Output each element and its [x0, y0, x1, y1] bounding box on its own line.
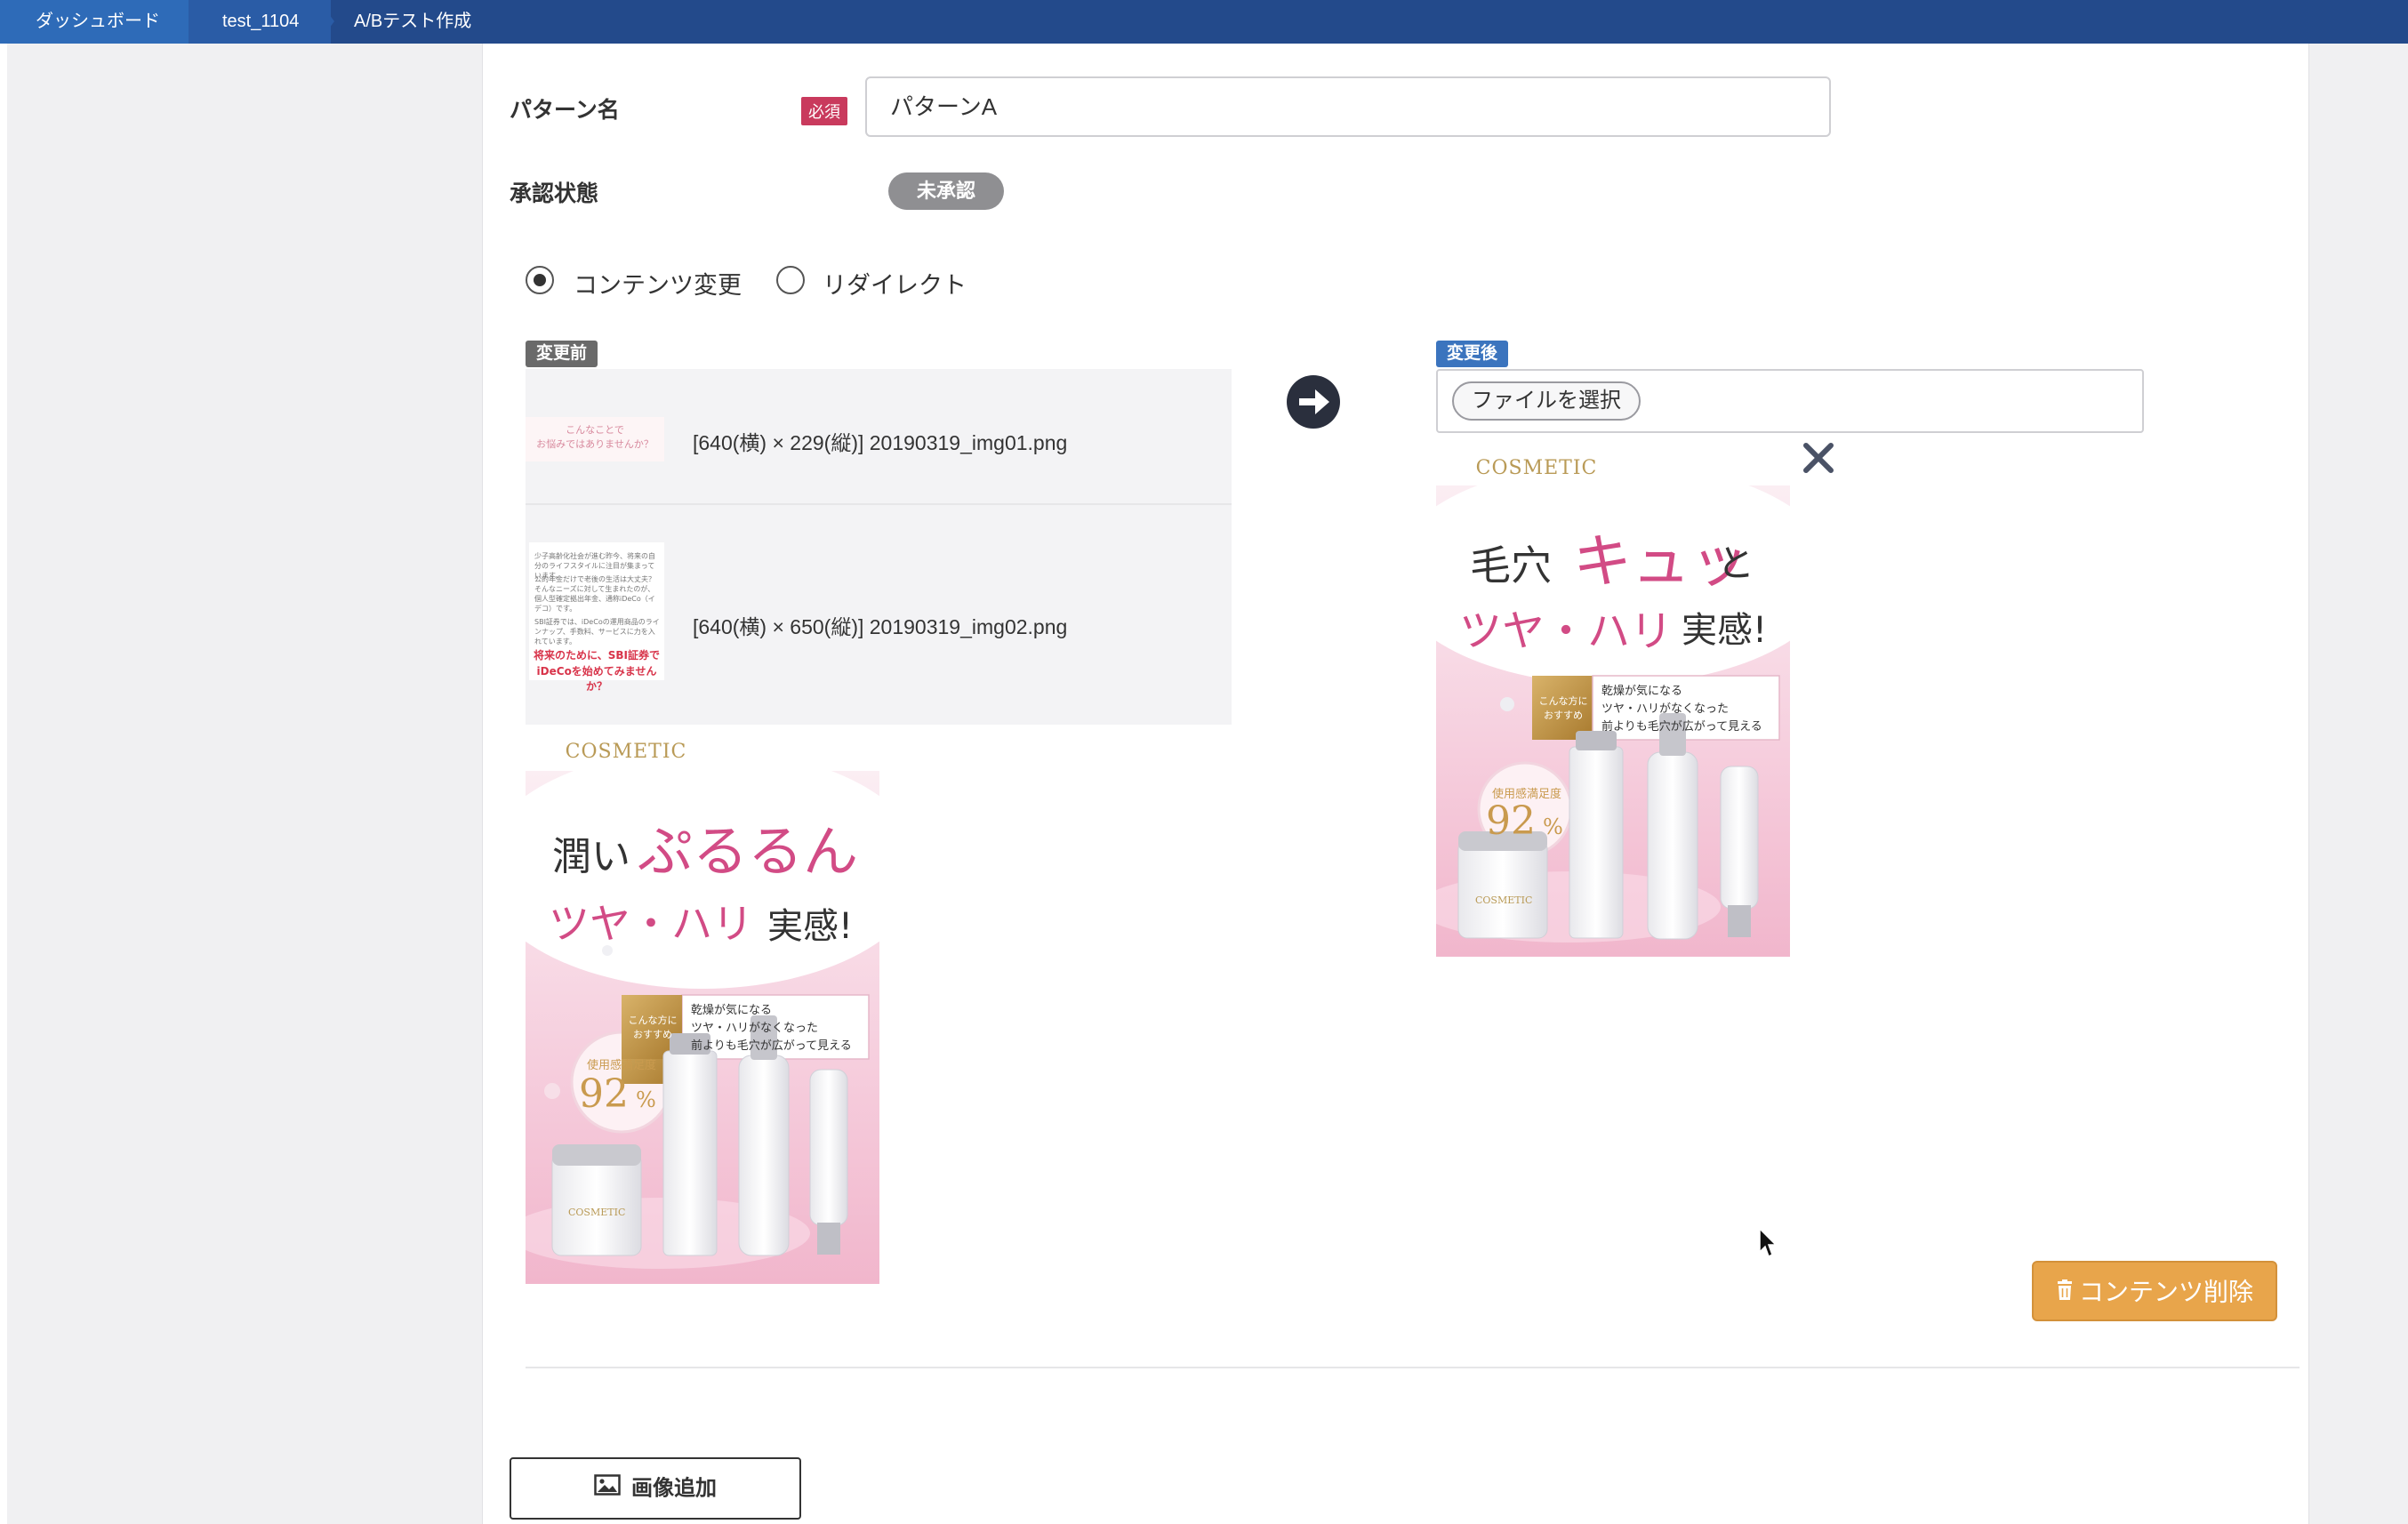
- after-banner-headline-d: ツヤ・ハリ: [1459, 606, 1674, 656]
- before-banner-headline-c: ツヤ・ハリ: [549, 900, 753, 948]
- file-select-button[interactable]: ファイルを選択: [1452, 381, 1641, 421]
- before-banner-satisfaction-value: 92: [579, 1071, 629, 1117]
- after-banner-headline-c: と: [1717, 541, 1755, 585]
- before-banner-unit: %: [636, 1087, 656, 1112]
- file-input[interactable]: ファイルを選択: [1436, 369, 2144, 433]
- before-tag: 変更前: [526, 341, 598, 367]
- after-banner-jar-label: COSMETIC: [1475, 894, 1533, 906]
- before-files-box: こんなことで お悩みではありませんか？ [640(横) × 229(縦)] 20…: [526, 369, 1232, 725]
- after-banner-check-1: 乾燥が気になる: [1601, 685, 1683, 698]
- thumb2-red1: 将来のために、SBI証券で: [534, 649, 660, 662]
- before-thumb-1: こんなことで お悩みではありませんか？: [526, 417, 664, 461]
- radio-content-change[interactable]: [526, 266, 554, 294]
- after-banner-unit: %: [1543, 814, 1563, 839]
- before-filename-1: [640(横) × 229(縦)] 20190319_img01.png: [693, 431, 1068, 454]
- add-image-label: 画像追加: [631, 1476, 717, 1501]
- pattern-name-label: パターン名: [510, 98, 620, 123]
- image-icon: [594, 1460, 621, 1519]
- thumb1-line1: こんなことで: [566, 424, 624, 436]
- before-banner-brand: COSMETIC: [565, 741, 687, 763]
- trash-icon: [2056, 1264, 2074, 1321]
- before-file-row: 少子高齢化社会が進む昨今、将来の自分のライフスタイルに注目が集まっています。 公…: [526, 505, 1232, 725]
- left-edge: [0, 44, 7, 1524]
- before-banner-image: COSMETIC 潤い ぷるるん ツヤ・ハリ 実感! こんな方に おすすめ 乾燥…: [526, 735, 879, 1284]
- add-image-button[interactable]: 画像追加: [510, 1457, 801, 1520]
- mouse-cursor-icon: [1759, 1227, 1778, 1258]
- approval-label: 承認状態: [510, 181, 599, 206]
- before-banner-check-2: ツヤ・ハリがなくなった: [691, 1022, 819, 1035]
- thumb2-body2: 公的年金だけで老後の生活は大丈夫？そんなニーズに対して生まれたのが、個人型確定拠…: [534, 575, 655, 613]
- breadcrumb-dashboard[interactable]: ダッシュボード: [0, 0, 205, 44]
- before-banner-badge: こんな方に おすすめ: [628, 1015, 678, 1040]
- after-banner-headline-e: 実感!: [1682, 610, 1768, 651]
- before-banner-jar-label: COSMETIC: [568, 1207, 626, 1218]
- after-banner-badge: こんな方に おすすめ: [1538, 695, 1588, 721]
- after-banner-check-2: ツヤ・ハリがなくなった: [1601, 702, 1730, 716]
- before-banner-check-3: 前よりも毛穴が広がって見える: [691, 1039, 852, 1053]
- after-banner-check-3: 前よりも毛穴が広がって見える: [1601, 720, 1762, 734]
- arrow-right-circle-icon: [1285, 373, 1342, 430]
- before-banner-headline-a: 潤い: [552, 834, 630, 879]
- close-icon[interactable]: [1801, 440, 1836, 476]
- radio-selected-dot: [534, 274, 546, 286]
- before-banner-satisfaction-label: 使用感満足度: [586, 1059, 656, 1072]
- after-tag: 変更後: [1436, 341, 1509, 367]
- radio-redirect-label[interactable]: リダイレクト: [823, 266, 967, 301]
- before-banner-headline-b: ぷるるん: [638, 819, 859, 884]
- pattern-name-input[interactable]: パターンA: [865, 76, 1831, 137]
- main-panel: パターン名 必須 パターンA 承認状態 未承認 コンテンツ変更 リダイレクト 変…: [482, 44, 2309, 1524]
- before-thumb-2: 少子高齢化社会が進む昨今、将来の自分のライフスタイルに注目が集まっています。 公…: [529, 542, 664, 693]
- breadcrumb-current: A/Bテスト作成: [354, 12, 472, 31]
- thumb2-red2: iDeCoを始めてみませんか？: [536, 665, 657, 693]
- after-banner-image: COSMETIC 毛穴 キュッ と ツヤ・ハリ 実感! こんな方に おすすめ 乾…: [1436, 453, 1790, 957]
- after-banner-brand: COSMETIC: [1475, 457, 1598, 479]
- before-file-row: こんなことで お悩みではありませんか？ [640(横) × 229(縦)] 20…: [526, 369, 1232, 505]
- breadcrumb-test[interactable]: test_1104: [189, 0, 331, 44]
- delete-content-label: コンテンツ削除: [2078, 1278, 2253, 1306]
- breadcrumb: ダッシュボード test_1104 A/Bテスト作成: [0, 0, 2408, 44]
- before-banner-headline-d: 実感!: [767, 906, 854, 947]
- before-banner-check-1: 乾燥が気になる: [691, 1004, 773, 1017]
- radio-redirect[interactable]: [776, 266, 805, 294]
- delete-content-button[interactable]: コンテンツ削除: [2032, 1261, 2277, 1321]
- required-badge: 必須: [801, 97, 847, 125]
- before-filename-2: [640(横) × 650(縦)] 20190319_img02.png: [693, 615, 1068, 638]
- radio-content-change-label[interactable]: コンテンツ変更: [574, 266, 742, 301]
- after-banner-headline-a: 毛穴: [1470, 541, 1552, 590]
- thumb1-line2: お悩みではありませんか？: [536, 438, 654, 450]
- thumb2-body3: SBI証券では、iDeCoの運用商品のラインナップ、手数料、サービスに力を入れて…: [534, 618, 660, 646]
- divider: [526, 1367, 2300, 1368]
- approval-status-badge: 未承認: [888, 172, 1004, 210]
- after-banner-satisfaction-value: 92: [1486, 798, 1536, 844]
